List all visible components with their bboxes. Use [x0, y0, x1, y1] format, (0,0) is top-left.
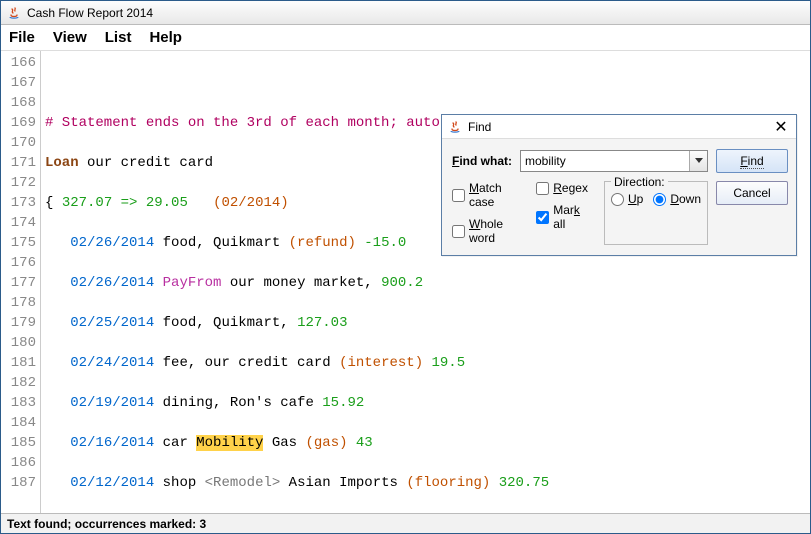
menu-file[interactable]: File: [9, 29, 35, 46]
status-text: Text found; occurrences marked: 3: [7, 517, 206, 531]
direction-down-radio[interactable]: Down: [653, 192, 701, 206]
find-dialog: Find ✕ Find what: Find Match case Whole …: [441, 114, 797, 256]
find-what-label: Find what:: [452, 154, 512, 168]
whole-word-checkbox[interactable]: Whole word: [452, 217, 520, 245]
java-icon: [448, 120, 462, 134]
direction-up-radio[interactable]: Up: [611, 192, 643, 206]
regex-checkbox[interactable]: Regex: [536, 181, 588, 195]
search-match-current: Mobility: [196, 435, 263, 451]
find-what-combo[interactable]: [520, 150, 708, 172]
menu-bar: File View List Help: [1, 25, 810, 51]
chevron-down-icon[interactable]: [689, 151, 707, 171]
code-line: 02/25/2014 food, Quikmart, 127.03: [45, 313, 650, 333]
line-gutter: 1661671681691701711721731741751761771781…: [1, 51, 41, 513]
direction-fieldset: Direction: Up Down: [604, 181, 708, 245]
title-bar: Cash Flow Report 2014: [1, 1, 810, 25]
find-button[interactable]: Find: [716, 149, 788, 173]
code-line: 02/12/2014 shop <Remodel> Asian Imports …: [45, 473, 650, 493]
code-line: 02/19/2014 dining, Ron's cafe 15.92: [45, 393, 650, 413]
find-what-input[interactable]: [521, 151, 689, 171]
code-line: 02/16/2014 car Mobility Gas (gas) 43: [45, 433, 650, 453]
menu-list[interactable]: List: [105, 29, 132, 46]
cancel-button[interactable]: Cancel: [716, 181, 788, 205]
window-title: Cash Flow Report 2014: [27, 6, 153, 20]
mark-all-checkbox[interactable]: Mark all: [536, 203, 588, 231]
close-icon[interactable]: ✕: [772, 117, 790, 137]
code-line: 02/24/2014 fee, our credit card (interes…: [45, 353, 650, 373]
code-line: [45, 73, 650, 93]
menu-help[interactable]: Help: [149, 29, 182, 46]
find-titlebar: Find ✕: [442, 115, 796, 139]
status-bar: Text found; occurrences marked: 3: [1, 513, 810, 533]
match-case-checkbox[interactable]: Match case: [452, 181, 520, 209]
code-line: 02/26/2014 PayFrom our money market, 900…: [45, 273, 650, 293]
direction-label: Direction:: [611, 175, 668, 189]
menu-view[interactable]: View: [53, 29, 87, 46]
find-title-text: Find: [468, 120, 491, 134]
java-icon: [7, 6, 21, 20]
